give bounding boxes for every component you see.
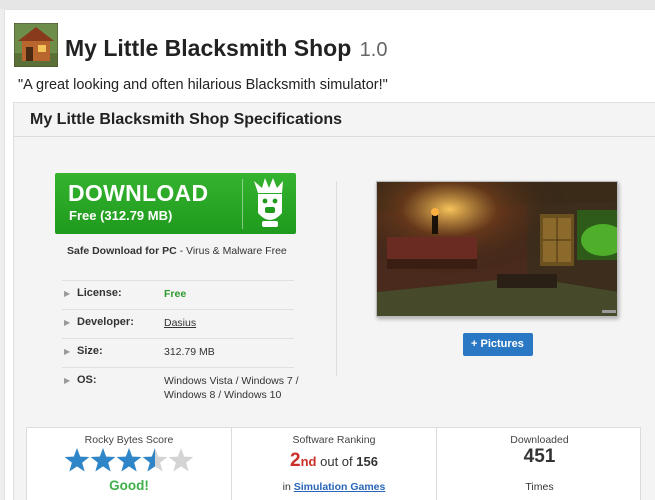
- rank-ordinal: nd: [300, 454, 317, 469]
- ranking-label: Software Ranking: [292, 434, 376, 446]
- spec-label: OS:: [77, 374, 97, 386]
- pictures-button-label: + Pictures: [471, 338, 524, 350]
- stats-bar: Rocky Bytes Score Good! Software Ranking…: [26, 427, 641, 500]
- spec-row-size: ▶ Size: 312.79 MB: [62, 338, 294, 367]
- specifications-title: My Little Blacksmith Shop Specifications: [30, 111, 343, 128]
- spec-row-license: ▶ License: Free: [62, 280, 294, 309]
- ranking-category: in Simulation Games: [232, 481, 436, 493]
- downloaded-unit: Times: [525, 481, 554, 493]
- license-value: Free: [164, 288, 187, 300]
- spec-label: License:: [77, 287, 122, 299]
- ranking-cell: Software Ranking 2nd out of 156 in Simul…: [232, 428, 436, 500]
- developer-link[interactable]: Dasius: [164, 316, 299, 330]
- os-value: Windows Vista / Windows 7 / Windows 8 / …: [164, 375, 299, 401]
- star-fill-icon: [116, 448, 142, 472]
- bullet-arrow-icon: ▶: [64, 318, 71, 327]
- page-content: My Little Blacksmith Shop 1.0 "A great l…: [4, 9, 655, 500]
- spec-row-developer: ▶ Developer: Dasius: [62, 309, 294, 338]
- top-strip: [0, 0, 655, 9]
- rank-in-label: in: [282, 481, 294, 493]
- download-size-label: Free (312.79 MB): [69, 208, 173, 223]
- score-label: Rocky Bytes Score: [84, 434, 174, 446]
- app-name: My Little Blacksmith Shop: [65, 35, 352, 61]
- rank-total: 156: [356, 454, 378, 469]
- download-button[interactable]: DOWNLOAD Free (312.79 MB): [55, 173, 296, 234]
- downloaded-cell: Downloaded 451 Times: [437, 428, 642, 500]
- bullet-arrow-icon: ▶: [64, 347, 71, 356]
- downloaded-label: Downloaded: [510, 434, 569, 446]
- screenshot-thumbnail[interactable]: [376, 181, 618, 317]
- app-title: My Little Blacksmith Shop 1.0: [65, 35, 387, 62]
- pictures-button[interactable]: + Pictures: [463, 333, 533, 356]
- rank-number: 2: [290, 450, 301, 471]
- game-scene-image: [377, 182, 617, 316]
- spec-row-os: ▶ OS: Windows Vista / Windows 7 / Window…: [62, 367, 299, 407]
- app-version: 1.0: [359, 39, 388, 61]
- score-text: Good!: [109, 478, 149, 493]
- size-value: 312.79 MB: [164, 346, 215, 358]
- bullet-arrow-icon: ▶: [64, 289, 71, 298]
- category-link[interactable]: Simulation Games: [294, 481, 386, 493]
- star-icon: [168, 448, 194, 472]
- spec-label: Developer:: [77, 316, 134, 328]
- rank-out-of: out of: [316, 454, 357, 469]
- spec-label: Size:: [77, 345, 103, 357]
- safe-download-suffix: - Virus & Malware Free: [176, 245, 287, 257]
- safe-download-note: Safe Download for PC - Virus & Malware F…: [67, 245, 287, 257]
- shield-mascot-icon: [254, 178, 283, 227]
- star-rating: [64, 448, 194, 472]
- download-label: DOWNLOAD: [68, 180, 209, 206]
- specifications-panel: My Little Blacksmith Shop Specifications…: [13, 102, 655, 500]
- bullet-arrow-icon: ▶: [64, 376, 71, 385]
- column-divider: [336, 181, 337, 376]
- app-tagline: "A great looking and often hilarious Bla…: [18, 77, 388, 93]
- app-icon: [14, 23, 58, 67]
- safe-download-prefix: Safe Download for PC: [67, 245, 177, 257]
- star-fill-icon: [64, 448, 90, 472]
- download-divider: [242, 179, 243, 229]
- ranking-value: 2nd out of 156: [232, 450, 436, 472]
- score-cell: Rocky Bytes Score Good!: [27, 428, 231, 500]
- star-fill-icon: [90, 448, 116, 472]
- downloaded-count: 451: [523, 446, 556, 467]
- specifications-header: My Little Blacksmith Shop Specifications: [14, 103, 655, 137]
